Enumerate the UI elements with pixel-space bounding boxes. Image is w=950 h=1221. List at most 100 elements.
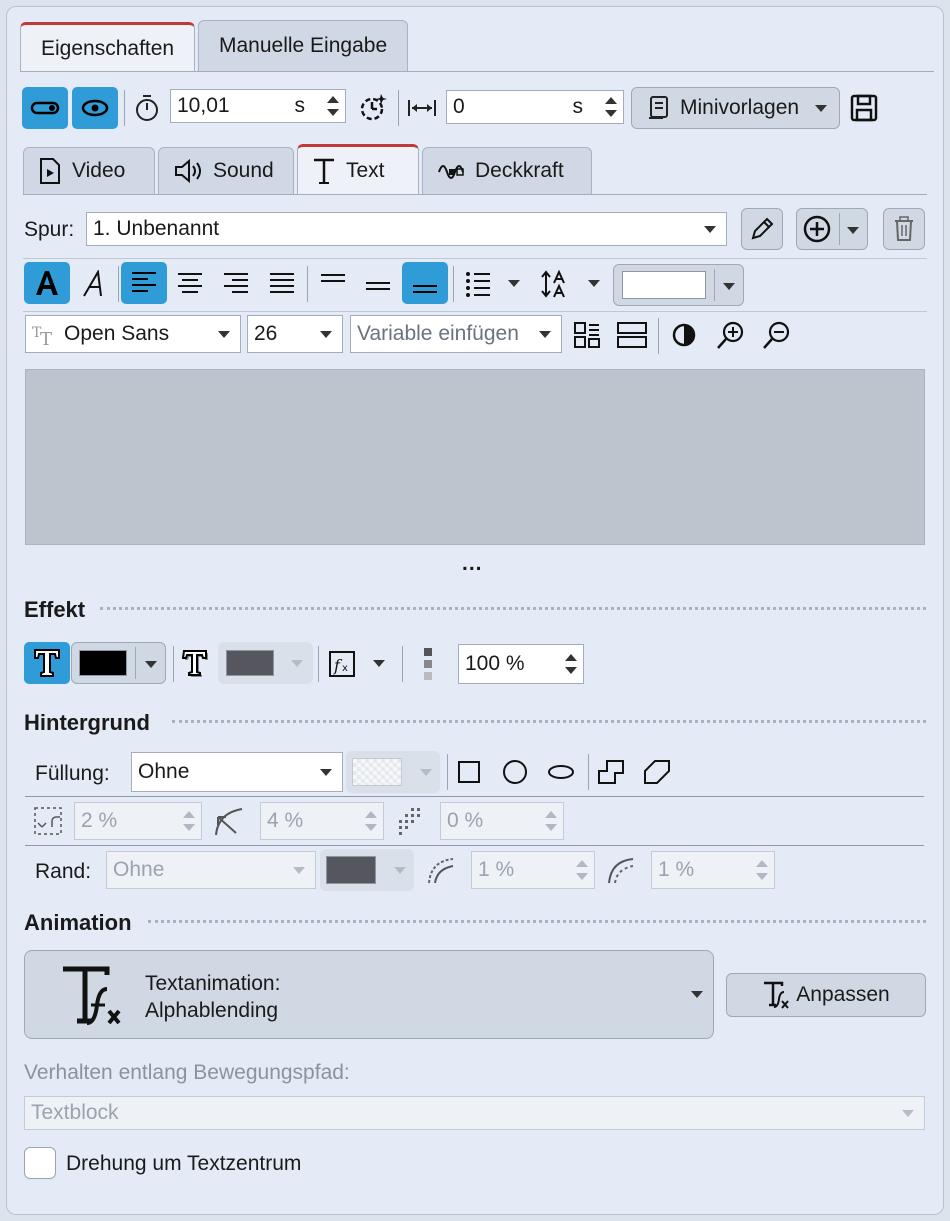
- divider: [23, 311, 927, 312]
- outline-text-button[interactable]: [24, 642, 70, 684]
- offset-stepper[interactable]: [603, 91, 619, 123]
- clock-sparkle-icon[interactable]: [354, 88, 390, 126]
- separator: [398, 90, 399, 126]
- align-center-button[interactable]: [170, 264, 210, 304]
- effect-opacity-input[interactable]: 100 %: [458, 644, 584, 684]
- delete-track-button[interactable]: [883, 208, 925, 250]
- tab-manuelle-eingabe[interactable]: Manuelle Eingabe: [198, 20, 409, 71]
- bold-button[interactable]: [24, 262, 70, 304]
- offset-unit: s: [572, 95, 584, 118]
- text-animation-select[interactable]: Textanimation: Alphablending: [24, 950, 714, 1039]
- rows-layout-button[interactable]: [612, 316, 652, 354]
- visibility-toggle-button[interactable]: [72, 87, 118, 129]
- spur-select[interactable]: 1. Unbenannt: [86, 212, 727, 246]
- minivorlagen-button[interactable]: Minivorlagen: [631, 87, 840, 129]
- valign-top-button[interactable]: [313, 262, 353, 296]
- line-spacing-button[interactable]: [538, 264, 574, 304]
- add-track-button[interactable]: [796, 208, 868, 250]
- grid-layout-button[interactable]: [568, 316, 606, 354]
- corner-input[interactable]: 2 %: [74, 802, 202, 840]
- valign-bottom-button[interactable]: [402, 262, 448, 304]
- tab-eigenschaften[interactable]: Eigenschaften: [20, 22, 196, 72]
- shape-rectangle-button[interactable]: [453, 756, 485, 788]
- zoom-out-button[interactable]: [758, 316, 796, 354]
- rand-color-picker[interactable]: [320, 849, 414, 891]
- text-input-area[interactable]: [25, 369, 925, 545]
- separator: [173, 646, 174, 682]
- chevron-down-icon[interactable]: [847, 227, 859, 234]
- effect-color-picker[interactable]: [71, 642, 166, 684]
- pattern-stepper[interactable]: [543, 803, 559, 839]
- tab-video[interactable]: Video: [23, 147, 155, 194]
- rand-width2-stepper[interactable]: [754, 852, 770, 888]
- separator: [402, 646, 403, 682]
- rand-select[interactable]: Ohne: [106, 851, 316, 889]
- rand-width2-input[interactable]: 1 %: [651, 851, 775, 889]
- shape-ellipse-button[interactable]: [544, 756, 578, 788]
- effect-opacity-value: 100 %: [465, 652, 525, 675]
- contrast-button[interactable]: [666, 316, 702, 354]
- offset-input[interactable]: 0 s: [446, 90, 624, 124]
- tab-text[interactable]: Text: [297, 144, 419, 194]
- valign-middle-button[interactable]: [358, 270, 398, 304]
- save-icon[interactable]: [846, 90, 882, 126]
- square-icon: [458, 761, 480, 783]
- duration-stepper[interactable]: [325, 90, 341, 122]
- rand-value: Ohne: [113, 858, 165, 881]
- path-behavior-select[interactable]: Textblock: [24, 1096, 925, 1130]
- pattern-input[interactable]: 0 %: [440, 802, 564, 840]
- font-family-select[interactable]: TT Open Sans: [25, 315, 241, 353]
- svg-text:x: x: [342, 663, 348, 674]
- fill-select[interactable]: Ohne: [131, 752, 343, 792]
- align-left-button[interactable]: [121, 262, 167, 304]
- tab-sound[interactable]: Sound: [158, 147, 294, 194]
- variable-insert-select[interactable]: Variable einfügen: [350, 315, 562, 353]
- edit-track-button[interactable]: [741, 208, 783, 250]
- list-button[interactable]: [460, 264, 496, 304]
- shape-cut-corner-button[interactable]: [640, 756, 674, 788]
- pencil-icon: [751, 217, 774, 240]
- rand-width2-value: 1 %: [658, 858, 695, 881]
- chevron-down-icon[interactable]: [588, 280, 600, 287]
- chevron-down-icon: [394, 867, 406, 874]
- justify-button[interactable]: [262, 264, 302, 304]
- text-color-picker[interactable]: [613, 264, 744, 306]
- anpassen-button[interactable]: Anpassen: [726, 973, 926, 1017]
- zoom-in-button[interactable]: [712, 316, 750, 354]
- cut-corner-icon: [644, 760, 670, 784]
- effect-opacity-stepper[interactable]: [563, 645, 579, 683]
- align-center-icon: [178, 273, 202, 293]
- resize-handle[interactable]: ...: [462, 552, 483, 576]
- tab-label: Video: [72, 159, 126, 182]
- italic-button[interactable]: [74, 264, 114, 304]
- radius-stepper[interactable]: [363, 803, 379, 839]
- chevron-down-icon: [691, 991, 703, 998]
- rotate-center-checkbox[interactable]: [24, 1147, 56, 1179]
- shadow-color-picker[interactable]: [218, 642, 313, 684]
- contrast-icon: [672, 323, 696, 347]
- fill-color-picker[interactable]: [346, 751, 440, 793]
- tab-label: Sound: [213, 159, 274, 182]
- zoom-in-icon: [717, 321, 744, 349]
- tab-deckkraft[interactable]: Deckkraft: [422, 147, 592, 194]
- stopwatch-icon: [130, 90, 164, 126]
- shape-circle-button[interactable]: [498, 756, 532, 788]
- shape-step-button[interactable]: [594, 756, 628, 788]
- fill-color-swatch: [352, 758, 402, 786]
- font-size-select[interactable]: 26: [247, 315, 343, 353]
- shadow-text-button[interactable]: [178, 644, 214, 684]
- chevron-down-icon[interactable]: [508, 280, 520, 287]
- rand-width1-input[interactable]: 1 %: [471, 851, 595, 889]
- duration-input[interactable]: 10,01 s: [170, 89, 346, 123]
- chevron-down-icon[interactable]: [373, 660, 385, 667]
- list-icon: [466, 272, 490, 297]
- text-color-swatch: [622, 271, 706, 299]
- rand-width1-stepper[interactable]: [574, 852, 590, 888]
- corner-radius-icon: [28, 802, 68, 840]
- corner-stepper[interactable]: [181, 803, 197, 839]
- radius-input[interactable]: 4 %: [260, 802, 384, 840]
- link-toggle-button[interactable]: [22, 87, 68, 129]
- section-title-animation: Animation: [24, 910, 132, 935]
- text-effect-button[interactable]: fx: [324, 645, 360, 683]
- align-right-button[interactable]: [216, 264, 256, 304]
